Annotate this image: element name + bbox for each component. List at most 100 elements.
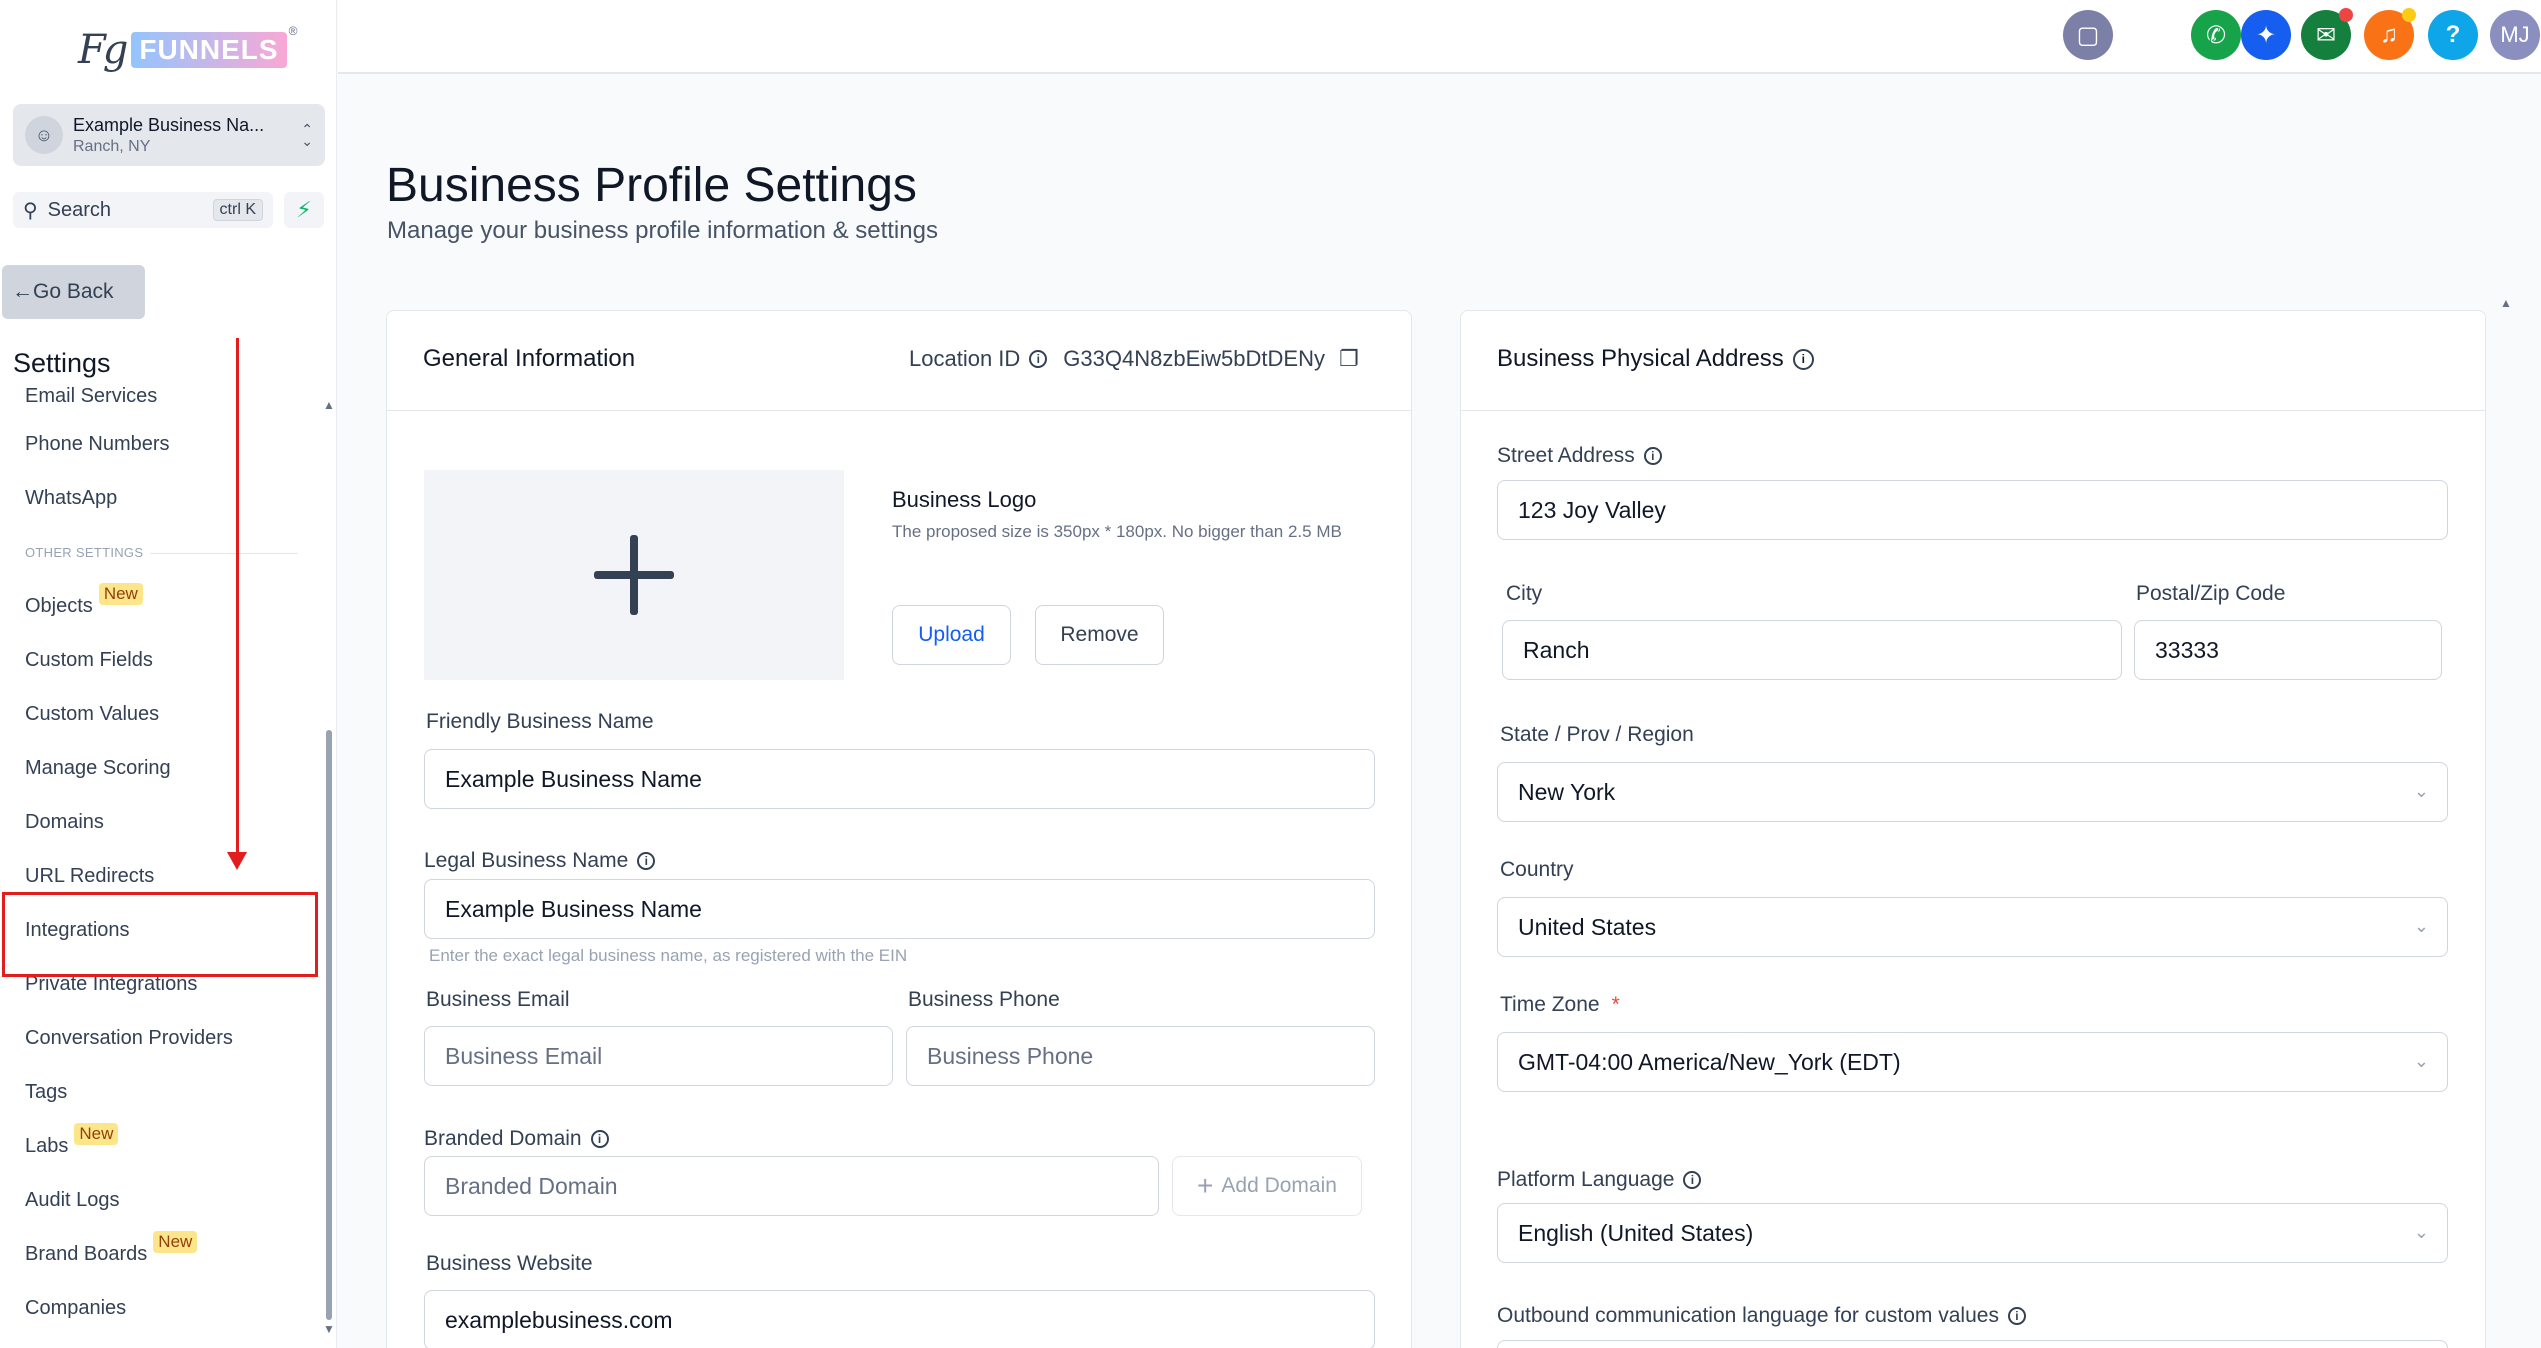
time-zone-value: GMT-04:00 America/New_York (EDT) (1518, 1048, 1901, 1075)
remove-button[interactable]: Remove (1035, 605, 1164, 665)
copy-icon[interactable]: ❐ (1339, 346, 1359, 372)
annotation-arrow (236, 338, 239, 858)
add-domain-label: Add Domain (1221, 1174, 1337, 1197)
info-icon[interactable]: i (637, 852, 656, 870)
info-icon[interactable]: i (2007, 1307, 2026, 1325)
sidebar-item-url-redirects[interactable]: URL Redirects (25, 865, 154, 888)
business-email-label: Business Email (426, 988, 570, 1011)
search-box[interactable]: ⚲ Search ctrl K (13, 192, 273, 228)
sidebar-item-label: Brand Boards (25, 1243, 148, 1265)
street-address-text: Street Address (1497, 444, 1635, 467)
phone-icon[interactable]: ✆ (2191, 10, 2241, 60)
legal-name-hint: Enter the exact legal business name, as … (429, 946, 908, 965)
settings-title: Settings (13, 348, 111, 378)
megaphone-icon[interactable]: ✉ (2301, 8, 2353, 60)
section-divider (150, 553, 298, 554)
upload-button[interactable]: Upload (892, 605, 1011, 665)
add-domain-button[interactable]: + Add Domain (1172, 1156, 1362, 1216)
search-shortcut: ctrl K (212, 199, 263, 221)
zip-input[interactable]: 33333 (2134, 620, 2442, 680)
chevron-up-down-icon: ⌃ ⌄ (301, 121, 313, 149)
friendly-name-input[interactable]: Example Business Name (424, 749, 1375, 809)
state-label: State / Prov / Region (1500, 723, 1694, 746)
scroll-up-icon[interactable]: ▲ (2500, 296, 2512, 310)
branded-domain-input[interactable]: Branded Domain (424, 1156, 1159, 1216)
business-website-input[interactable]: examplebusiness.com (424, 1290, 1375, 1348)
legal-name-text: Legal Business Name (424, 849, 629, 872)
friendly-name-label: Friendly Business Name (426, 710, 654, 733)
business-logo-title: Business Logo (892, 487, 1037, 512)
city-label: City (1506, 582, 1543, 605)
sidebar-item-label: Manage Scoring (25, 757, 171, 779)
page-subtitle: Manage your business profile information… (387, 217, 938, 244)
sidebar-item-whatsapp[interactable]: WhatsApp (25, 487, 117, 510)
branded-domain-text: Branded Domain (424, 1127, 582, 1150)
account-avatar-icon: ☺ (25, 116, 63, 154)
city-input[interactable]: Ranch (1502, 620, 2122, 680)
sidebar-item-labs[interactable]: Labs New (25, 1123, 119, 1158)
platform-language-select[interactable]: English (United States) ⌄ (1497, 1203, 2448, 1263)
info-icon[interactable]: i (1029, 350, 1048, 368)
sidebar-item-custom-values[interactable]: Custom Values (25, 703, 159, 726)
sidebar-item-objects[interactable]: Objects New (25, 583, 143, 618)
account-switcher[interactable]: ☺ Example Business Na... Ranch, NY ⌃ ⌄ (13, 104, 325, 166)
plus-icon-bar (594, 571, 674, 579)
annotation-arrow-head (227, 852, 247, 870)
info-icon[interactable]: i (1683, 1171, 1702, 1189)
new-badge: New (153, 1231, 198, 1253)
logo-registered: ® (288, 24, 298, 38)
bell-icon[interactable]: ♫ (2364, 8, 2416, 60)
sidebar-item-label: Labs (25, 1135, 69, 1157)
sidebar-item-conversation-providers[interactable]: Conversation Providers (25, 1027, 233, 1050)
street-address-input[interactable]: 123 Joy Valley (1497, 480, 2448, 540)
state-select[interactable]: New York ⌄ (1497, 762, 2448, 822)
sidebar-item-label: Custom Fields (25, 649, 153, 671)
scroll-down-icon[interactable]: ▼ (323, 1322, 335, 1336)
sidebar-item-phone-numbers[interactable]: Phone Numbers (25, 433, 170, 456)
sparkle-icon[interactable]: ✦ (2241, 10, 2291, 60)
help-icon[interactable]: ? (2428, 10, 2478, 60)
sidebar-item-tags[interactable]: Tags (25, 1081, 67, 1104)
brand-logo[interactable]: Fg FUNNELS ® (78, 20, 297, 80)
page-title: Business Profile Settings (386, 159, 917, 212)
business-phone-label: Business Phone (908, 988, 1060, 1011)
legal-name-label: Legal Business Name i (424, 849, 656, 873)
info-icon[interactable]: i (590, 1130, 609, 1148)
sidebar-item-label: Custom Values (25, 703, 160, 725)
sidebar-item-email-services[interactable]: Email Services (25, 385, 157, 408)
state-value: New York (1518, 778, 1616, 805)
info-icon[interactable]: i (1792, 348, 1814, 370)
outbound-language-select[interactable] (1497, 1340, 2448, 1348)
sidebar-scrollbar[interactable] (326, 730, 332, 1320)
required-marker: * (1611, 993, 1620, 1016)
sidebar-item-manage-scoring[interactable]: Manage Scoring (25, 757, 171, 780)
scroll-up-icon[interactable]: ▲ (323, 398, 335, 412)
info-icon[interactable]: i (1643, 447, 1662, 465)
location-id-label: Location ID i G33Q4N8zbEiw5bDtDENy ❐ (909, 346, 1359, 372)
new-badge: New (74, 1123, 119, 1145)
sidebar-item-domains[interactable]: Domains (25, 811, 104, 834)
time-zone-label: Time Zone * (1500, 993, 1620, 1017)
account-text: Example Business Na... Ranch, NY (73, 115, 301, 156)
sidebar-item-custom-fields[interactable]: Custom Fields (25, 649, 153, 672)
platform-language-label: Platform Language i (1497, 1168, 1702, 1192)
logo-upload-area[interactable] (424, 470, 844, 680)
sidebar-item-brand-boards[interactable]: Brand Boards New (25, 1231, 198, 1266)
notification-dot (2402, 8, 2416, 22)
go-back-button[interactable]: ← Go Back (2, 265, 145, 319)
sidebar-item-companies[interactable]: Companies (25, 1297, 126, 1320)
country-select[interactable]: United States ⌄ (1497, 897, 2448, 957)
business-email-input[interactable]: Business Email (424, 1026, 893, 1086)
chat-icon[interactable]: ▢ (2063, 10, 2113, 60)
sidebar-item-audit-logs[interactable]: Audit Logs (25, 1189, 120, 1212)
user-avatar[interactable]: MJ (2490, 10, 2540, 60)
quick-action-bolt-icon[interactable]: ⚡ (284, 192, 324, 228)
sidebar-item-label: Companies (25, 1297, 127, 1319)
sidebar-item-label: Objects (25, 595, 93, 617)
chevron-down-icon: ⌄ (2413, 781, 2429, 801)
business-phone-input[interactable]: Business Phone (906, 1026, 1375, 1086)
general-information-title: General Information (423, 345, 636, 372)
legal-name-input[interactable]: Example Business Name (424, 879, 1375, 939)
time-zone-select[interactable]: GMT-04:00 America/New_York (EDT) ⌄ (1497, 1032, 2448, 1092)
sidebar-item-label: Tags (25, 1081, 68, 1103)
